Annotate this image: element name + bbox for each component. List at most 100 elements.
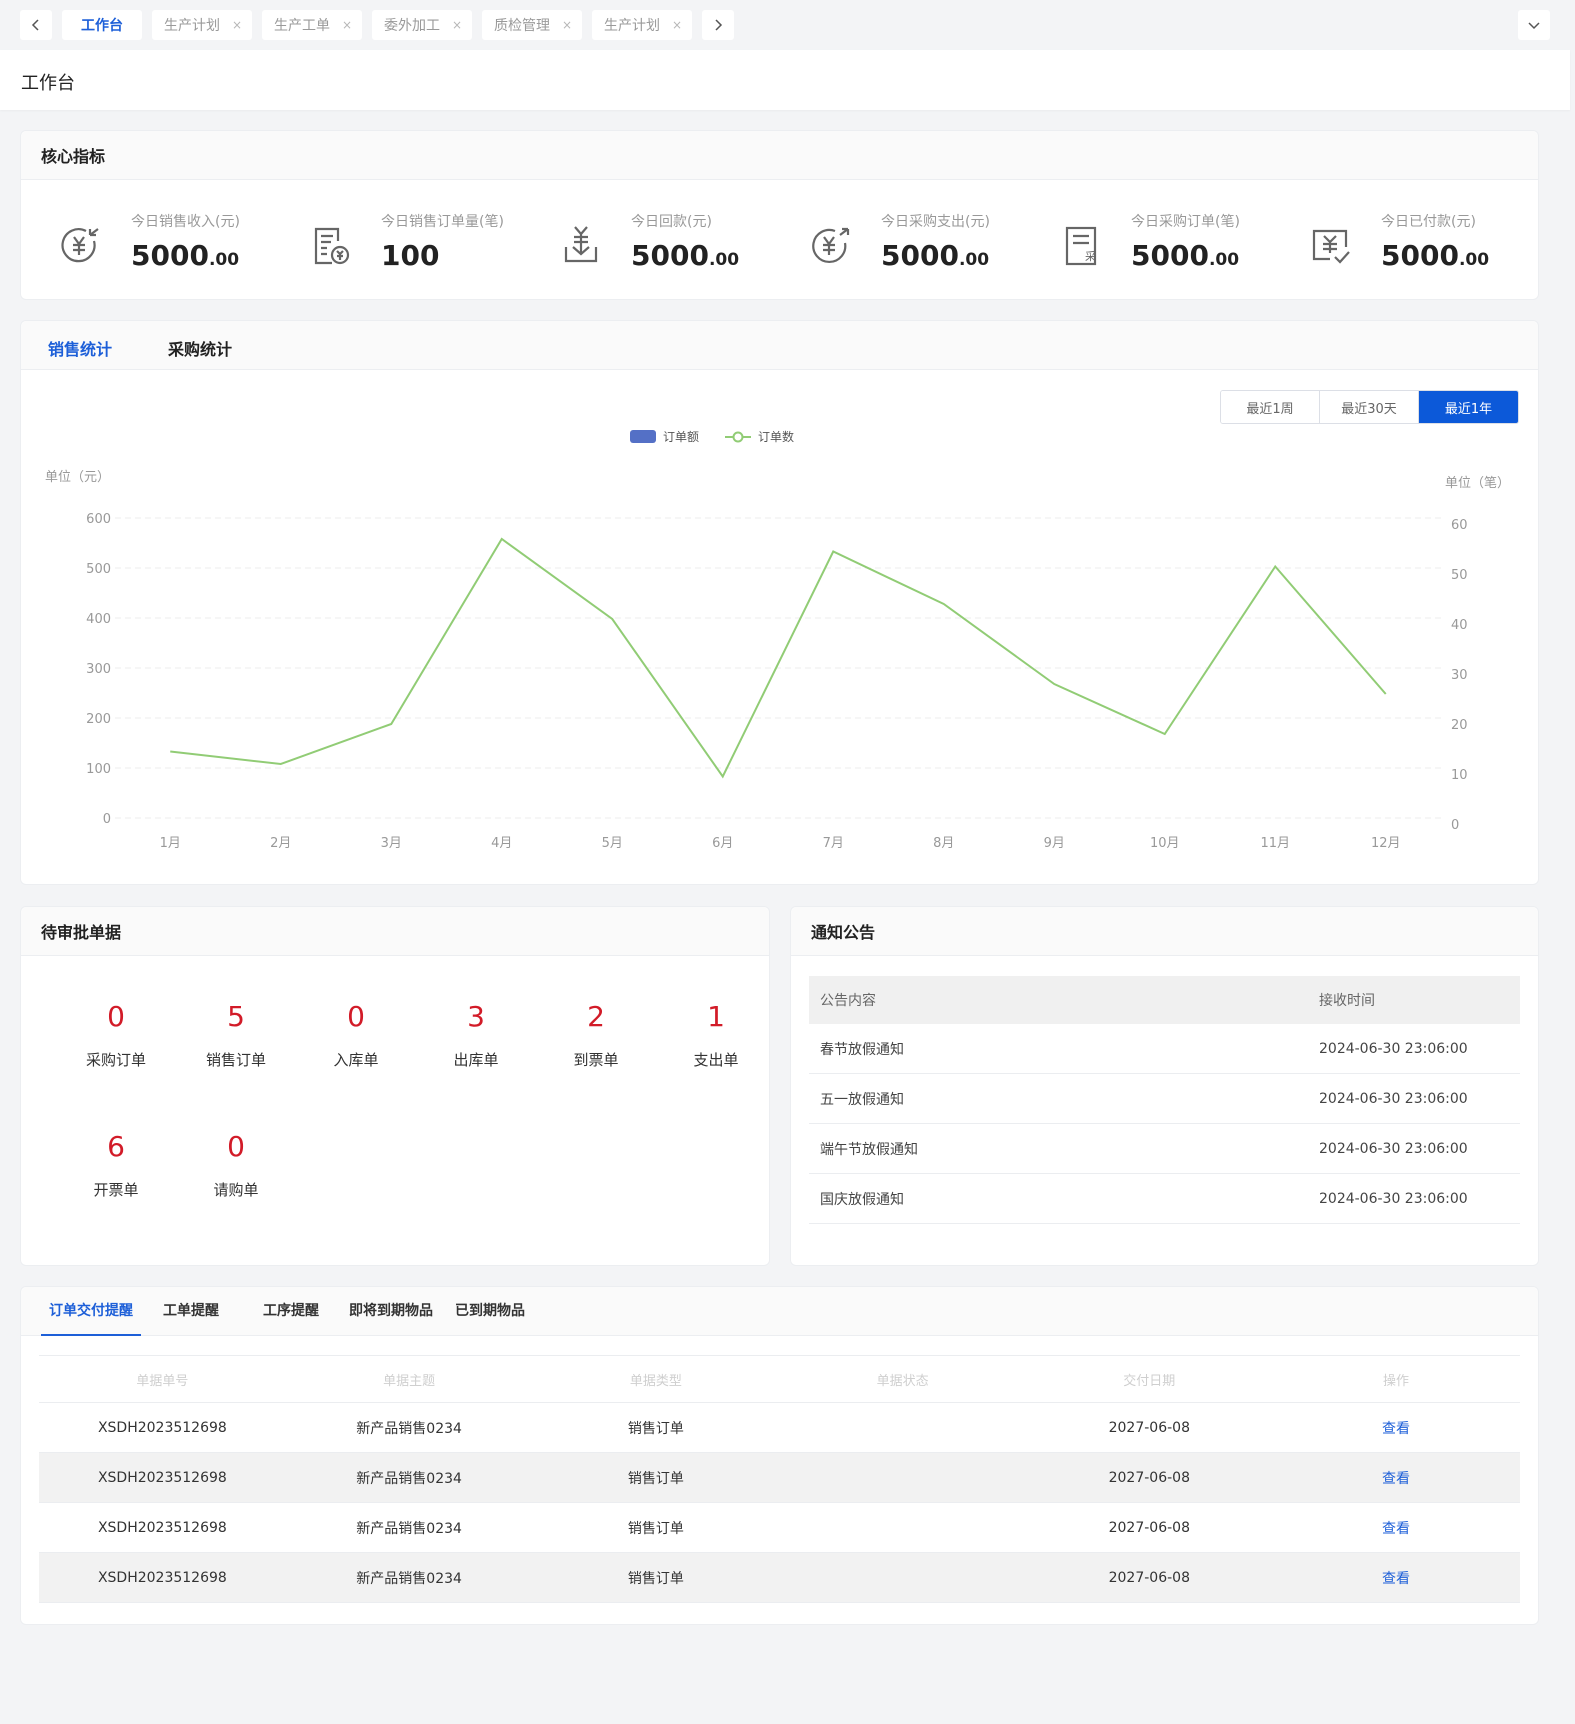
tab-expired-items[interactable]: 已到期物品 <box>455 1287 525 1335</box>
tab-outsourcing[interactable]: 委外加工 × <box>372 10 472 40</box>
kpi-value-dec: .00 <box>708 250 740 270</box>
kpi-paid: 今日已付款(元) 5000.00 <box>1271 211 1521 291</box>
kpi-card-title: 核心指标 <box>21 131 1538 180</box>
approval-count: 5 <box>227 1000 245 1033</box>
kpi-value-dec: .00 <box>1208 250 1240 270</box>
notice-title: 五一放假通知 <box>820 1091 904 1108</box>
notice-title: 国庆放假通知 <box>820 1191 904 1208</box>
approval-item[interactable]: 1 支出单 <box>656 997 776 1070</box>
notice-table-header: 公告内容 接收时间 <box>809 976 1520 1024</box>
tab-quality[interactable]: 质检管理 × <box>482 10 582 40</box>
tab-workbench[interactable]: 工作台 <box>62 10 142 40</box>
kpi-purchase-expense: 今日采购支出(元) 5000.00 <box>771 211 1021 291</box>
purchase-glyph: 采 <box>1085 250 1096 263</box>
view-link[interactable]: 查看 <box>1273 1568 1520 1588</box>
approval-label: 销售订单 <box>205 1051 266 1069</box>
notice-row[interactable]: 五一放假通知 2024-06-30 23:06:00 <box>809 1074 1520 1124</box>
x-tick-label: 2月 <box>270 836 291 851</box>
close-icon[interactable]: × <box>342 18 352 32</box>
notice-row[interactable]: 春节放假通知 2024-06-30 23:06:00 <box>809 1024 1520 1074</box>
table-row: XSDH2023512698 新产品销售0234 销售订单 2027-06-08 查看 <box>39 1503 1520 1553</box>
tabs-prev-button[interactable] <box>20 10 52 40</box>
tabs-next-button[interactable] <box>702 10 734 40</box>
close-icon[interactable]: × <box>672 18 682 32</box>
approval-item[interactable]: 5 销售订单 <box>176 997 296 1070</box>
approval-item[interactable]: 3 出库单 <box>416 997 536 1070</box>
x-tick-label: 10月 <box>1150 836 1180 851</box>
notice-row[interactable]: 国庆放假通知 2024-06-30 23:06:00 <box>809 1174 1520 1224</box>
approval-item[interactable]: 6 开票单 <box>56 1127 176 1200</box>
tab-order-delivery[interactable]: 订单交付提醒 <box>41 1287 141 1336</box>
approval-item[interactable]: 0 请购单 <box>176 1127 296 1200</box>
column-header: 公告内容 <box>820 993 876 1009</box>
kpi-value-int: 100 <box>381 239 440 272</box>
approval-item[interactable]: 0 入库单 <box>296 997 416 1070</box>
notice-card-title: 通知公告 <box>791 907 1538 956</box>
view-link[interactable]: 查看 <box>1273 1518 1520 1538</box>
tab-label: 生产计划 <box>164 18 220 34</box>
doc-number: XSDH2023512698 <box>97 1469 227 1486</box>
tab-bar: 工作台 生产计划 × 生产工单 × 委外加工 × 质检管理 × 生产计划 × <box>0 0 1575 50</box>
y-tick-label: 200 <box>86 712 111 727</box>
notice-card: 通知公告 公告内容 接收时间 春节放假通知 2024-06-30 23:06:00… <box>790 906 1539 1266</box>
tab-label: 生产计划 <box>604 18 660 34</box>
y2-tick-label: 20 <box>1451 718 1468 733</box>
reminder-card: 订单交付提醒 工单提醒 工序提醒 即将到期物品 已到期物品 单据单号 单据主题 单据… <box>20 1286 1539 1625</box>
tab-production-plan-2[interactable]: 生产计划 × <box>592 10 692 40</box>
approval-item[interactable]: 0 采购订单 <box>56 997 176 1070</box>
stats-card: 销售统计 采购统计 最近1周 最近30天 最近1年 0 100 200 300 400 5… <box>20 320 1539 885</box>
approval-label: 开票单 <box>93 1181 139 1199</box>
x-tick-label: 3月 <box>381 836 402 851</box>
notice-rows: 春节放假通知 2024-06-30 23:06:00 五一放假通知 2024-06-3… <box>809 1024 1520 1224</box>
tab-expiring-items[interactable]: 即将到期物品 <box>349 1287 433 1335</box>
column-header: 接收时间 <box>1319 993 1375 1009</box>
x-tick-label: 12月 <box>1371 836 1401 851</box>
line-order-count <box>170 537 1387 779</box>
close-icon[interactable]: × <box>562 18 572 32</box>
tab-process[interactable]: 工序提醒 <box>263 1287 319 1335</box>
delivery-date: 2027-06-08 <box>1108 1469 1190 1486</box>
y2-tick-label: 40 <box>1451 618 1468 633</box>
y-tick-label: 0 <box>103 812 111 827</box>
view-link[interactable]: 查看 <box>1273 1468 1520 1488</box>
reminder-tabs: 订单交付提醒 工单提醒 工序提醒 即将到期物品 已到期物品 <box>21 1287 1538 1336</box>
column-header: 交付日期 <box>1123 1373 1176 1389</box>
tabs-dropdown-button[interactable] <box>1518 10 1550 40</box>
notice-row[interactable]: 端午节放假通知 2024-06-30 23:06:00 <box>809 1124 1520 1174</box>
page-header: 工作台 <box>0 50 1570 110</box>
approval-label: 支出单 <box>693 1051 739 1069</box>
tab-production-plan[interactable]: 生产计划 × <box>152 10 252 40</box>
kpi-value-dec: .00 <box>958 250 990 270</box>
doc-subject: 新产品销售0234 <box>356 1420 462 1437</box>
doc-type: 销售订单 <box>627 1470 684 1487</box>
close-icon[interactable]: × <box>452 18 462 32</box>
doc-number: XSDH2023512698 <box>97 1419 227 1436</box>
yen-download-icon <box>564 226 598 263</box>
y-tick-label: 100 <box>86 762 111 777</box>
approval-item[interactable]: 2 到票单 <box>536 997 656 1070</box>
approval-count: 6 <box>107 1130 125 1163</box>
invoice-yen-icon <box>314 227 350 265</box>
column-header: 操作 <box>1383 1373 1410 1389</box>
table-row: XSDH2023512698 新产品销售0234 销售订单 2027-06-08 查看 <box>39 1403 1520 1453</box>
close-icon[interactable]: × <box>232 18 242 32</box>
approval-count: 0 <box>107 1000 125 1033</box>
approval-label: 采购订单 <box>85 1051 146 1069</box>
approval-count: 2 <box>587 1000 605 1033</box>
yen-out-icon <box>812 227 850 264</box>
column-header: 单据主题 <box>383 1373 436 1389</box>
view-link[interactable]: 查看 <box>1273 1418 1520 1438</box>
kpi-value-int: 5000 <box>1381 239 1459 272</box>
kpi-value: 5000.00 <box>131 239 239 272</box>
tab-work-order[interactable]: 工单提醒 <box>163 1287 219 1335</box>
kpi-value-dec: .00 <box>208 250 240 270</box>
chevron-down-icon <box>1528 22 1540 30</box>
notice-title: 端午节放假通知 <box>820 1141 918 1158</box>
y2-tick-label: 50 <box>1451 568 1468 583</box>
tab-production-order[interactable]: 生产工单 × <box>262 10 362 40</box>
y-tick-label: 500 <box>86 562 111 577</box>
delivery-date: 2027-06-08 <box>1108 1419 1190 1436</box>
approval-card: 待审批单据 0 采购订单 5 销售订单 0 入库单 3 出库单 2 到票单 1 支出单 6 开票单 0 请购单 <box>20 906 770 1266</box>
reminder-rows: XSDH2023512698 新产品销售0234 销售订单 2027-06-08 查看 X… <box>39 1403 1520 1603</box>
kpi-value: 5000.00 <box>881 239 989 272</box>
